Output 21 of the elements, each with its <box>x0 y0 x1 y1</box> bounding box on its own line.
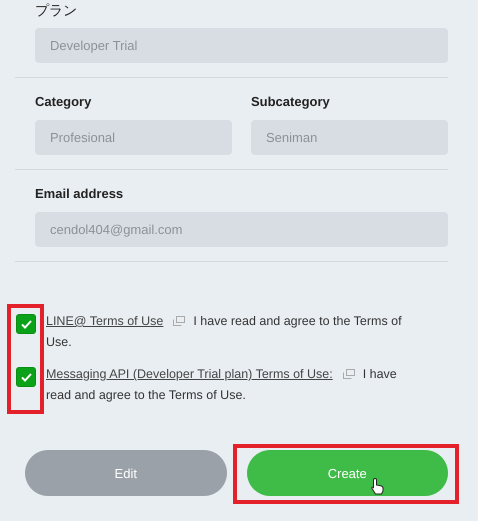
checkbox[interactable] <box>16 367 36 387</box>
field-label: Category <box>35 94 92 111</box>
field-label: プラン <box>35 2 78 20</box>
field-label: Email address <box>35 186 124 203</box>
field-label: Subcategory <box>251 94 331 111</box>
check-icon <box>20 320 32 328</box>
hand-cursor-icon <box>370 477 384 495</box>
check-icon <box>20 372 32 382</box>
input-field[interactable]: Seniman <box>251 120 448 155</box>
input-field[interactable]: cendol404@gmail.com <box>35 212 448 247</box>
edit-button[interactable]: Edit <box>25 450 226 496</box>
input-field[interactable]: Profesional <box>35 120 232 155</box>
create-button[interactable]: Create <box>246 450 448 496</box>
terms-link[interactable]: Messaging API (Developer Trial plan) Terms of Use: <box>46 367 333 381</box>
checkbox[interactable] <box>16 314 36 334</box>
external-link-icon <box>342 369 355 379</box>
external-link-icon <box>173 316 186 326</box>
terms-text: LINE@ Terms of Use I have read and agree to the Terms of Use. <box>46 313 403 351</box>
terms-link[interactable]: LINE@ Terms of Use <box>46 314 164 328</box>
input-field[interactable]: Developer Trial <box>35 28 448 63</box>
terms-text: Messaging API (Developer Trial plan) Terms of Use: I have read and agree to the Terms of Use. <box>46 366 398 404</box>
